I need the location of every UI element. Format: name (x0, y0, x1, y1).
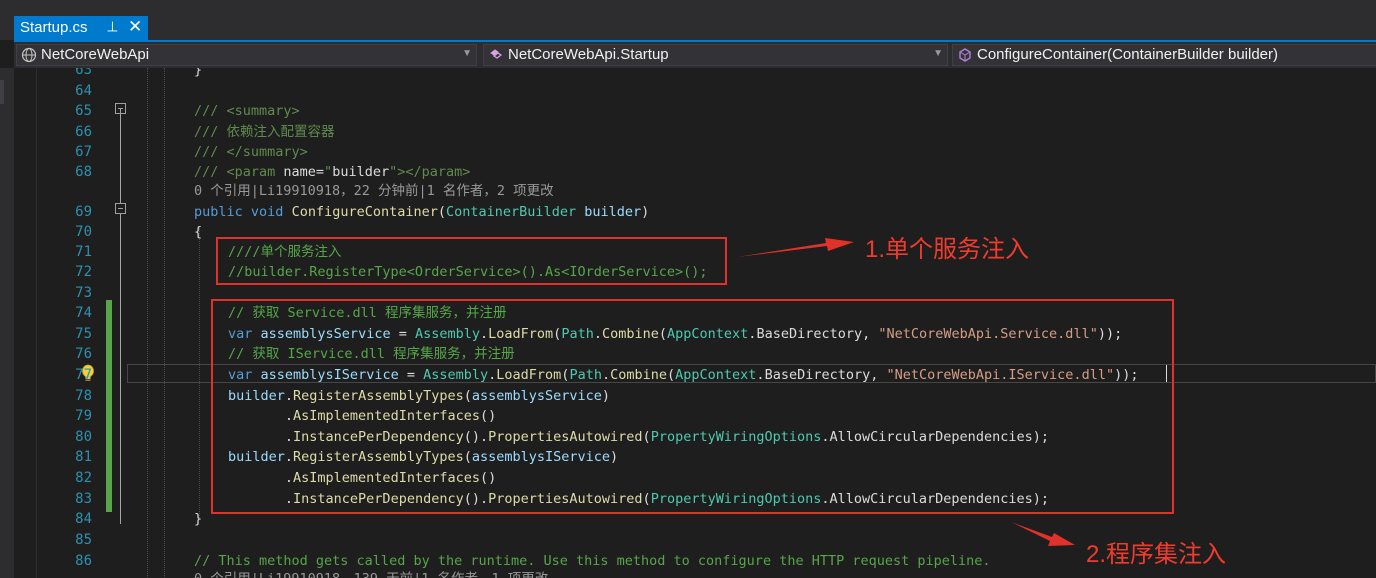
tab-title: Startup.cs (20, 19, 88, 36)
line-number: 76 (75, 346, 92, 362)
tab-strip: Startup.cs ⊣ ✕ (0, 0, 1376, 40)
line-number: 75 (75, 326, 92, 342)
line-number: 63 (75, 68, 92, 78)
left-margin-strip (0, 68, 14, 578)
code-line[interactable]: 66 /// 依赖注入配置容器 (14, 122, 1376, 142)
line-number: 74 (75, 305, 92, 321)
tab-strip-margin (0, 0, 14, 40)
line-number: 84 (75, 511, 92, 527)
code-token: void (250, 204, 284, 220)
codelens-references[interactable]: 0 个引用|Li19910918，139 天前|1 名作者，1 项更改 (194, 567, 548, 578)
single-service-highlight-box (216, 237, 727, 285)
code-token: /// <summary> (194, 103, 300, 119)
line-number: 80 (75, 429, 92, 445)
code-token: ( (437, 204, 447, 220)
project-dropdown[interactable]: NetCoreWebApi ▼ (16, 44, 477, 66)
margin-marker (0, 80, 4, 104)
code-line[interactable]: 65 /// <summary> (14, 101, 1376, 121)
code-token: " (324, 164, 333, 180)
code-token: /// <param (194, 164, 284, 180)
code-token: { (194, 224, 203, 240)
line-number: 73 (75, 285, 92, 301)
code-text: public void ConfigureContainer(Container… (194, 202, 649, 222)
project-name: NetCoreWebApi (41, 46, 150, 63)
chevron-down-icon: ▼ (462, 48, 472, 59)
navigation-bar: NetCoreWebApi ▼ NetCoreWebApi.Startup ▼ … (14, 42, 1376, 68)
line-number: 69 (75, 204, 92, 220)
class-icon (490, 49, 503, 59)
line-number: 67 (75, 144, 92, 160)
code-line[interactable]: 63} (14, 68, 1376, 80)
line-number: 72 (75, 264, 92, 280)
annotation-assembly: 2.程序集注入 (1086, 541, 1227, 568)
line-number: 77 (75, 367, 92, 383)
line-number: 82 (75, 470, 92, 486)
line-number: 68 (75, 164, 92, 180)
line-number: 79 (75, 408, 92, 424)
code-line[interactable]: 67 /// </summary> (14, 142, 1376, 162)
line-number: 70 (75, 224, 92, 240)
code-text: { (194, 222, 202, 242)
code-token: ConfigureContainer (291, 204, 438, 220)
member-dropdown[interactable]: ConfigureContainer(ContainerBuilder buil… (952, 44, 1376, 66)
code-token: ContainerBuilder (446, 204, 577, 220)
line-number: 66 (75, 124, 92, 140)
line-number: 85 (75, 532, 92, 548)
code-token: "></param> (389, 164, 471, 180)
code-text: } (194, 68, 202, 80)
annotation-single-service: 1.单个服务注入 (865, 236, 1030, 263)
tab-startup-cs[interactable]: Startup.cs ⊣ ✕ (14, 16, 148, 40)
pin-icon[interactable]: ⊣ (104, 20, 121, 32)
code-token: /// 依赖注入配置容器 (194, 124, 335, 140)
codelens-references[interactable]: 0 个引用|Li19910918，22 分钟前|1 名作者，2 项更改 (194, 179, 554, 199)
code-token: builder (584, 204, 642, 220)
code-token: public (194, 204, 243, 220)
code-text: /// <summary> (194, 101, 300, 121)
line-number: 64 (75, 83, 92, 99)
line-number: 86 (75, 553, 92, 569)
code-token: } (194, 511, 203, 527)
line-number: 78 (75, 388, 92, 404)
close-icon[interactable]: ✕ (128, 17, 142, 37)
type-dropdown[interactable]: NetCoreWebApi.Startup ▼ (483, 44, 948, 66)
assembly-highlight-box (211, 299, 1174, 514)
member-name: ConfigureContainer(ContainerBuilder buil… (977, 46, 1278, 63)
chevron-down-icon: ▼ (933, 48, 943, 59)
line-number: 81 (75, 449, 92, 465)
code-line[interactable]: 64 (14, 81, 1376, 101)
type-name: NetCoreWebApi.Startup (508, 46, 669, 63)
line-number: 65 (75, 103, 92, 119)
code-token: ) (641, 204, 650, 220)
method-icon (959, 48, 971, 62)
line-number: 71 (75, 244, 92, 260)
globe-icon (21, 47, 37, 63)
code-text: } (194, 509, 202, 529)
code-text: /// 依赖注入配置容器 (194, 122, 335, 142)
code-token: builder (332, 164, 390, 180)
code-line[interactable]: 69 public void ConfigureContainer(Contain… (14, 202, 1376, 222)
line-number: 83 (75, 491, 92, 507)
code-token: } (194, 68, 203, 78)
code-text: /// </summary> (194, 142, 308, 162)
code-token: /// </summary> (194, 144, 308, 160)
code-token: name= (283, 164, 325, 180)
